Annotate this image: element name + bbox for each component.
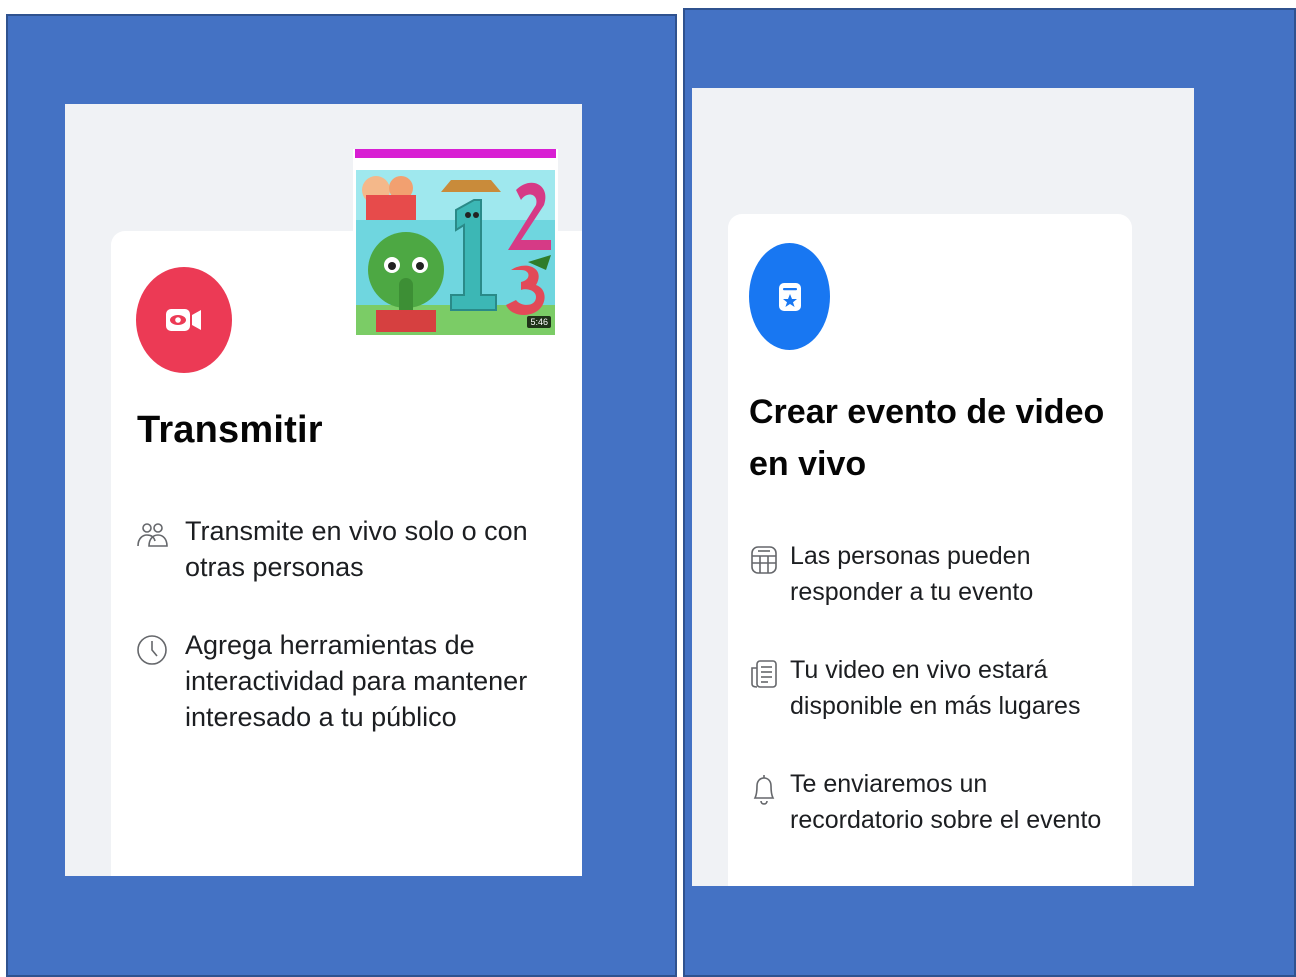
feature-item: Las personas pueden responder a tu event… — [747, 538, 1120, 610]
video-thumbnail[interactable]: 5:46 — [353, 149, 558, 344]
cartoon-numbers-image — [356, 170, 555, 335]
clock-icon — [135, 627, 169, 667]
people-icon — [135, 513, 169, 549]
feature-text: Transmite en vivo solo o con otras perso… — [185, 516, 528, 582]
card-title: Crear evento de video en vivo — [749, 393, 1105, 483]
live-video-camera-icon — [136, 267, 232, 373]
right-screenshot: Crear evento de video en vivo Las person… — [692, 88, 1194, 886]
feature-text: Tu video en vivo estará disponible en má… — [790, 656, 1081, 720]
live-event-option-card[interactable]: Crear evento de video en vivo Las person… — [728, 214, 1132, 886]
feature-item: Agrega herramientas de interactividad pa… — [135, 627, 545, 735]
feed-icon — [747, 652, 781, 690]
bell-icon — [747, 766, 781, 806]
calendar-icon — [747, 538, 781, 576]
feature-text: Te enviaremos un recordatorio sobre el e… — [790, 770, 1102, 834]
feature-item: Te enviaremos un recordatorio sobre el e… — [747, 766, 1120, 838]
feature-item: Transmite en vivo solo o con otras perso… — [135, 513, 545, 585]
thumbnail-top-strip — [355, 149, 556, 158]
card-title: Transmitir — [137, 409, 323, 451]
video-duration-badge: 5:46 — [527, 316, 551, 328]
calendar-star-icon — [749, 243, 830, 350]
feature-item: Tu video en vivo estará disponible en má… — [747, 652, 1120, 724]
left-screenshot: Transmitir Transmite en vivo solo o con … — [65, 104, 582, 876]
feature-text: Agrega herramientas de interactividad pa… — [185, 630, 528, 732]
feature-text: Las personas pueden responder a tu event… — [790, 542, 1034, 606]
